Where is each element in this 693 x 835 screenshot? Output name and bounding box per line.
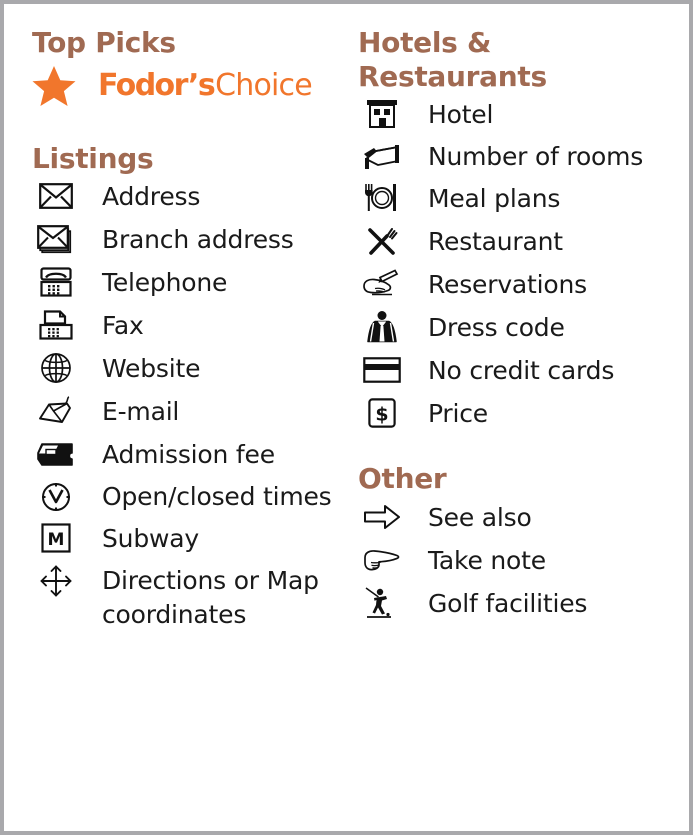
legend-label: Restaurant — [428, 227, 563, 257]
four-way-arrows-icon — [32, 564, 80, 598]
legend-columns: Top Picks Fodor’s Choice Listings Addres… — [4, 4, 689, 831]
bed-icon — [358, 140, 406, 174]
left-column: Top Picks Fodor’s Choice Listings Addres… — [4, 26, 344, 831]
fodors-wordmark-text: Fodor’s — [98, 68, 216, 104]
legend-item-meal-plans: Meal plans — [358, 181, 689, 217]
legend-label: Meal plans — [428, 184, 561, 214]
legend-item-website: Website — [32, 351, 344, 387]
dollar-box-icon: $ — [358, 396, 406, 430]
legend-label: Address — [102, 182, 201, 212]
section-heading-hotels-restaurants: Hotels & Restaurants — [358, 26, 547, 93]
hotel-building-icon — [358, 97, 406, 131]
legend-label: Admission fee — [102, 440, 275, 470]
legend-label: Website — [102, 354, 201, 384]
legend-item-dress-code: Dress code — [358, 310, 689, 346]
svg-text:M: M — [48, 530, 65, 550]
clock-icon — [32, 480, 80, 514]
legend-label: Open/closed times — [102, 482, 332, 512]
legend-label: Directions or Map coordinates — [102, 566, 319, 630]
legend-item-admission-fee: Admission fee — [32, 437, 344, 473]
fodors-choice-wordmark: Fodor’s Choice — [98, 68, 313, 104]
subway-m-icon: M — [32, 521, 80, 555]
legend-item-address: Address — [32, 179, 344, 215]
legend-item-reservations: Reservations — [358, 267, 689, 303]
legend-label: No credit cards — [428, 356, 615, 386]
computer-mouse-icon — [32, 394, 80, 428]
legend-label: Golf facilities — [428, 588, 588, 618]
globe-icon — [32, 351, 80, 385]
fax-machine-icon — [32, 308, 80, 342]
legend-item-see-also: See also — [358, 500, 689, 536]
legend-item-telephone: Telephone — [32, 265, 344, 301]
section-heading-listings: Listings — [32, 141, 154, 175]
legend-item-restaurant: Restaurant — [358, 224, 689, 260]
fodors-choice-row: Fodor’s Choice — [32, 64, 344, 108]
legend-label: Hotel — [428, 100, 494, 130]
legend-item-open-closed-times: Open/closed times — [32, 480, 344, 514]
legend-card: Top Picks Fodor’s Choice Listings Addres… — [0, 0, 693, 835]
legend-label: Price — [428, 399, 488, 429]
ticket-icon — [32, 437, 80, 471]
legend-label: Number of rooms — [428, 142, 644, 172]
legend-item-fax: Fax — [32, 308, 344, 344]
stacked-envelopes-icon — [32, 222, 80, 256]
legend-item-branch-address: Branch address — [32, 222, 344, 258]
section-heading-top-picks: Top Picks — [32, 26, 176, 59]
writing-hand-icon — [358, 267, 406, 301]
legend-label: Subway — [102, 524, 199, 554]
legend-item-number-of-rooms: Number of rooms — [358, 140, 689, 174]
legend-item-take-note: Take note — [358, 543, 689, 579]
legend-label: Take note — [428, 545, 546, 575]
legend-label: Dress code — [428, 313, 565, 343]
legend-label: Reservations — [428, 270, 587, 300]
golfer-icon — [358, 586, 406, 620]
crossed-cutlery-icon — [358, 224, 406, 258]
choice-wordmark-text: Choice — [215, 68, 313, 104]
legend-item-price: $ Price — [358, 396, 689, 432]
legend-label: E-mail — [102, 397, 180, 427]
legend-label: Telephone — [102, 268, 228, 298]
legend-label: See also — [428, 502, 532, 532]
legend-item-directions: Directions or Map coordinates — [32, 564, 344, 632]
plate-cutlery-icon — [358, 181, 406, 215]
envelope-icon — [32, 179, 80, 213]
section-heading-other: Other — [358, 462, 447, 496]
right-column: Hotels & Restaurants Hotel Number of roo… — [344, 26, 689, 831]
legend-item-golf-facilities: Golf facilities — [358, 586, 689, 622]
legend-label: Fax — [102, 311, 144, 341]
credit-card-icon — [358, 353, 406, 387]
svg-text:$: $ — [375, 404, 388, 426]
jacket-person-icon — [358, 310, 406, 344]
legend-item-hotel: Hotel — [358, 97, 689, 133]
legend-item-email: E-mail — [32, 394, 344, 430]
telephone-icon — [32, 265, 80, 299]
legend-item-subway: M Subway — [32, 521, 344, 557]
legend-label: Branch address — [102, 225, 294, 255]
right-arrow-icon — [358, 500, 406, 534]
legend-item-no-credit-cards: No credit cards — [358, 353, 689, 389]
pointing-hand-icon — [358, 543, 406, 577]
star-icon — [32, 65, 80, 107]
